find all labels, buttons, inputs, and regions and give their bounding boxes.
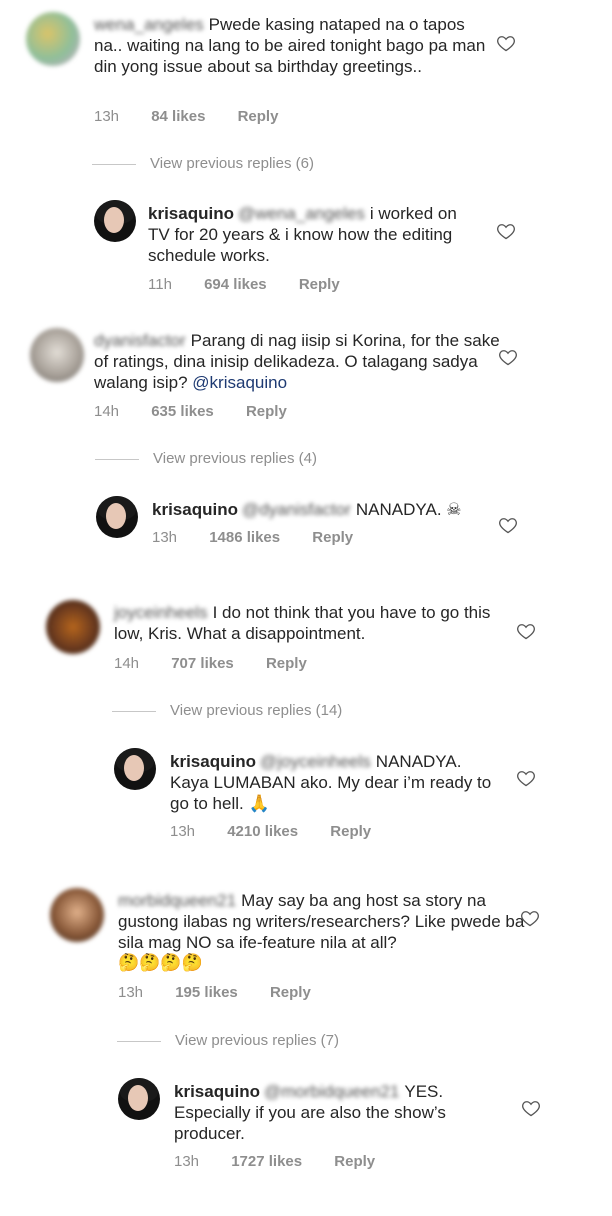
- comment-likes[interactable]: 707 likes: [171, 655, 234, 672]
- comment-username[interactable]: krisaquino: [170, 752, 256, 771]
- heart-outline-icon[interactable]: [516, 621, 536, 641]
- reply-button[interactable]: Reply: [238, 108, 279, 125]
- comment-likes[interactable]: 4210 likes: [227, 823, 298, 840]
- comment-meta: 13h 1727 likes Reply: [174, 1153, 403, 1170]
- heart-outline-icon[interactable]: [520, 908, 540, 928]
- comment-mention[interactable]: @morbidqueen21: [264, 1082, 399, 1101]
- heart-outline-icon[interactable]: [496, 221, 516, 241]
- reply-button[interactable]: Reply: [270, 984, 311, 1001]
- comment-text: krisaquino @wena_angeles i worked on TV fo…: [148, 203, 478, 266]
- avatar[interactable]: [94, 200, 136, 242]
- comment-time: 14h: [94, 403, 120, 420]
- comment-text: krisaquino @morbidqueen21 YES. Especially …: [174, 1081, 504, 1144]
- comment-time: 13h: [152, 529, 178, 546]
- view-previous-replies[interactable]: View previous replies (7): [117, 1032, 339, 1049]
- comment-time: 13h: [174, 1153, 200, 1170]
- avatar[interactable]: [26, 12, 80, 66]
- comment-mention[interactable]: @krisaquino: [192, 373, 287, 392]
- comment-likes[interactable]: 1727 likes: [231, 1153, 302, 1170]
- reply-button[interactable]: Reply: [312, 529, 353, 546]
- comment-username[interactable]: morbidqueen21: [118, 891, 236, 910]
- comment-mention[interactable]: @joyceinheels: [260, 752, 371, 771]
- heart-outline-icon[interactable]: [498, 347, 518, 367]
- comment-mention[interactable]: @dyanisfactor: [242, 500, 351, 519]
- comment-text: krisaquino @joyceinheels NANADYA. Kaya LUM…: [170, 751, 500, 814]
- avatar[interactable]: [30, 328, 84, 382]
- comment-parent: dyanisfactor Parang di nag iisip si Korin…: [30, 328, 606, 428]
- comment-reply: krisaquino @morbidqueen21 YES. Especially …: [118, 1078, 606, 1178]
- view-previous-replies[interactable]: View previous replies (4): [95, 450, 317, 467]
- comment-text: morbidqueen21 May say ba ang host sa stor…: [118, 890, 528, 974]
- comment-meta: 11h 694 likes Reply: [148, 276, 368, 293]
- comment-username[interactable]: dyanisfactor: [94, 331, 186, 350]
- comment-reply: krisaquino @joyceinheels NANADYA. Kaya LUM…: [114, 748, 606, 848]
- comment-username[interactable]: krisaquino: [148, 204, 234, 223]
- avatar[interactable]: [96, 496, 138, 538]
- reply-button[interactable]: Reply: [334, 1153, 375, 1170]
- comment-likes[interactable]: 635 likes: [151, 403, 214, 420]
- comment-meta: 13h 4210 likes Reply: [170, 823, 399, 840]
- comment-text: wena_angeles Pwede kasing nataped na o ta…: [94, 14, 494, 77]
- comment-likes[interactable]: 84 likes: [151, 108, 205, 125]
- comment-likes[interactable]: 1486 likes: [209, 529, 280, 546]
- comment-reply: krisaquino @wena_angeles i worked on TV fo…: [94, 200, 606, 300]
- reply-button[interactable]: Reply: [266, 655, 307, 672]
- comment-mention[interactable]: @wena_angeles: [238, 204, 365, 223]
- comment-username[interactable]: krisaquino: [152, 500, 238, 519]
- comment-username[interactable]: wena_angeles: [94, 15, 204, 34]
- avatar[interactable]: [46, 600, 100, 654]
- comment-username[interactable]: joyceinheels: [114, 603, 208, 622]
- view-previous-label: View previous replies (7): [175, 1032, 339, 1049]
- comment-meta: 13h 195 likes Reply: [118, 984, 339, 1001]
- view-previous-label: View previous replies (6): [150, 155, 314, 172]
- comment-text: dyanisfactor Parang di nag iisip si Korin…: [94, 330, 504, 393]
- comment-emoji: 🤔🤔🤔🤔: [118, 953, 203, 973]
- comment-meta: 14h 707 likes Reply: [114, 655, 335, 672]
- comment-text: joyceinheels I do not think that you have…: [114, 602, 494, 644]
- divider-line: [112, 710, 156, 712]
- avatar[interactable]: [50, 888, 104, 942]
- comment-meta: 14h 635 likes Reply: [94, 403, 315, 420]
- heart-outline-icon[interactable]: [521, 1098, 541, 1118]
- view-previous-label: View previous replies (14): [170, 702, 343, 719]
- heart-outline-icon[interactable]: [498, 515, 518, 535]
- comment-likes[interactable]: 195 likes: [175, 984, 238, 1001]
- comment-likes[interactable]: 694 likes: [204, 276, 267, 293]
- comment-reply: krisaquino @dyanisfactor NANADYA. ☠ 13h 14…: [96, 496, 606, 556]
- comment-parent: morbidqueen21 May say ba ang host sa stor…: [50, 888, 606, 1008]
- comment-parent: wena_angeles Pwede kasing nataped na o ta…: [26, 12, 606, 132]
- comment-username[interactable]: krisaquino: [174, 1082, 260, 1101]
- reply-button[interactable]: Reply: [246, 403, 287, 420]
- view-previous-replies[interactable]: View previous replies (6): [92, 155, 314, 172]
- divider-line: [117, 1040, 161, 1042]
- comment-body: NANADYA. ☠: [355, 500, 462, 519]
- comment-text: krisaquino @dyanisfactor NANADYA. ☠: [152, 499, 512, 520]
- comment-meta: 13h 1486 likes Reply: [152, 529, 381, 546]
- comment-time: 11h: [148, 276, 172, 293]
- divider-line: [92, 163, 136, 165]
- view-previous-replies[interactable]: View previous replies (14): [112, 702, 342, 719]
- avatar[interactable]: [114, 748, 156, 790]
- heart-outline-icon[interactable]: [516, 768, 536, 788]
- divider-line: [95, 458, 139, 460]
- heart-outline-icon[interactable]: [496, 33, 516, 53]
- comment-parent: joyceinheels I do not think that you have…: [46, 600, 606, 680]
- comment-time: 13h: [170, 823, 196, 840]
- comment-time: 13h: [118, 984, 144, 1001]
- comment-meta: 13h 84 likes Reply: [94, 108, 306, 125]
- reply-button[interactable]: Reply: [299, 276, 340, 293]
- reply-button[interactable]: Reply: [330, 823, 371, 840]
- comment-time: 13h: [94, 108, 120, 125]
- comment-time: 14h: [114, 655, 140, 672]
- avatar[interactable]: [118, 1078, 160, 1120]
- view-previous-label: View previous replies (4): [153, 450, 317, 467]
